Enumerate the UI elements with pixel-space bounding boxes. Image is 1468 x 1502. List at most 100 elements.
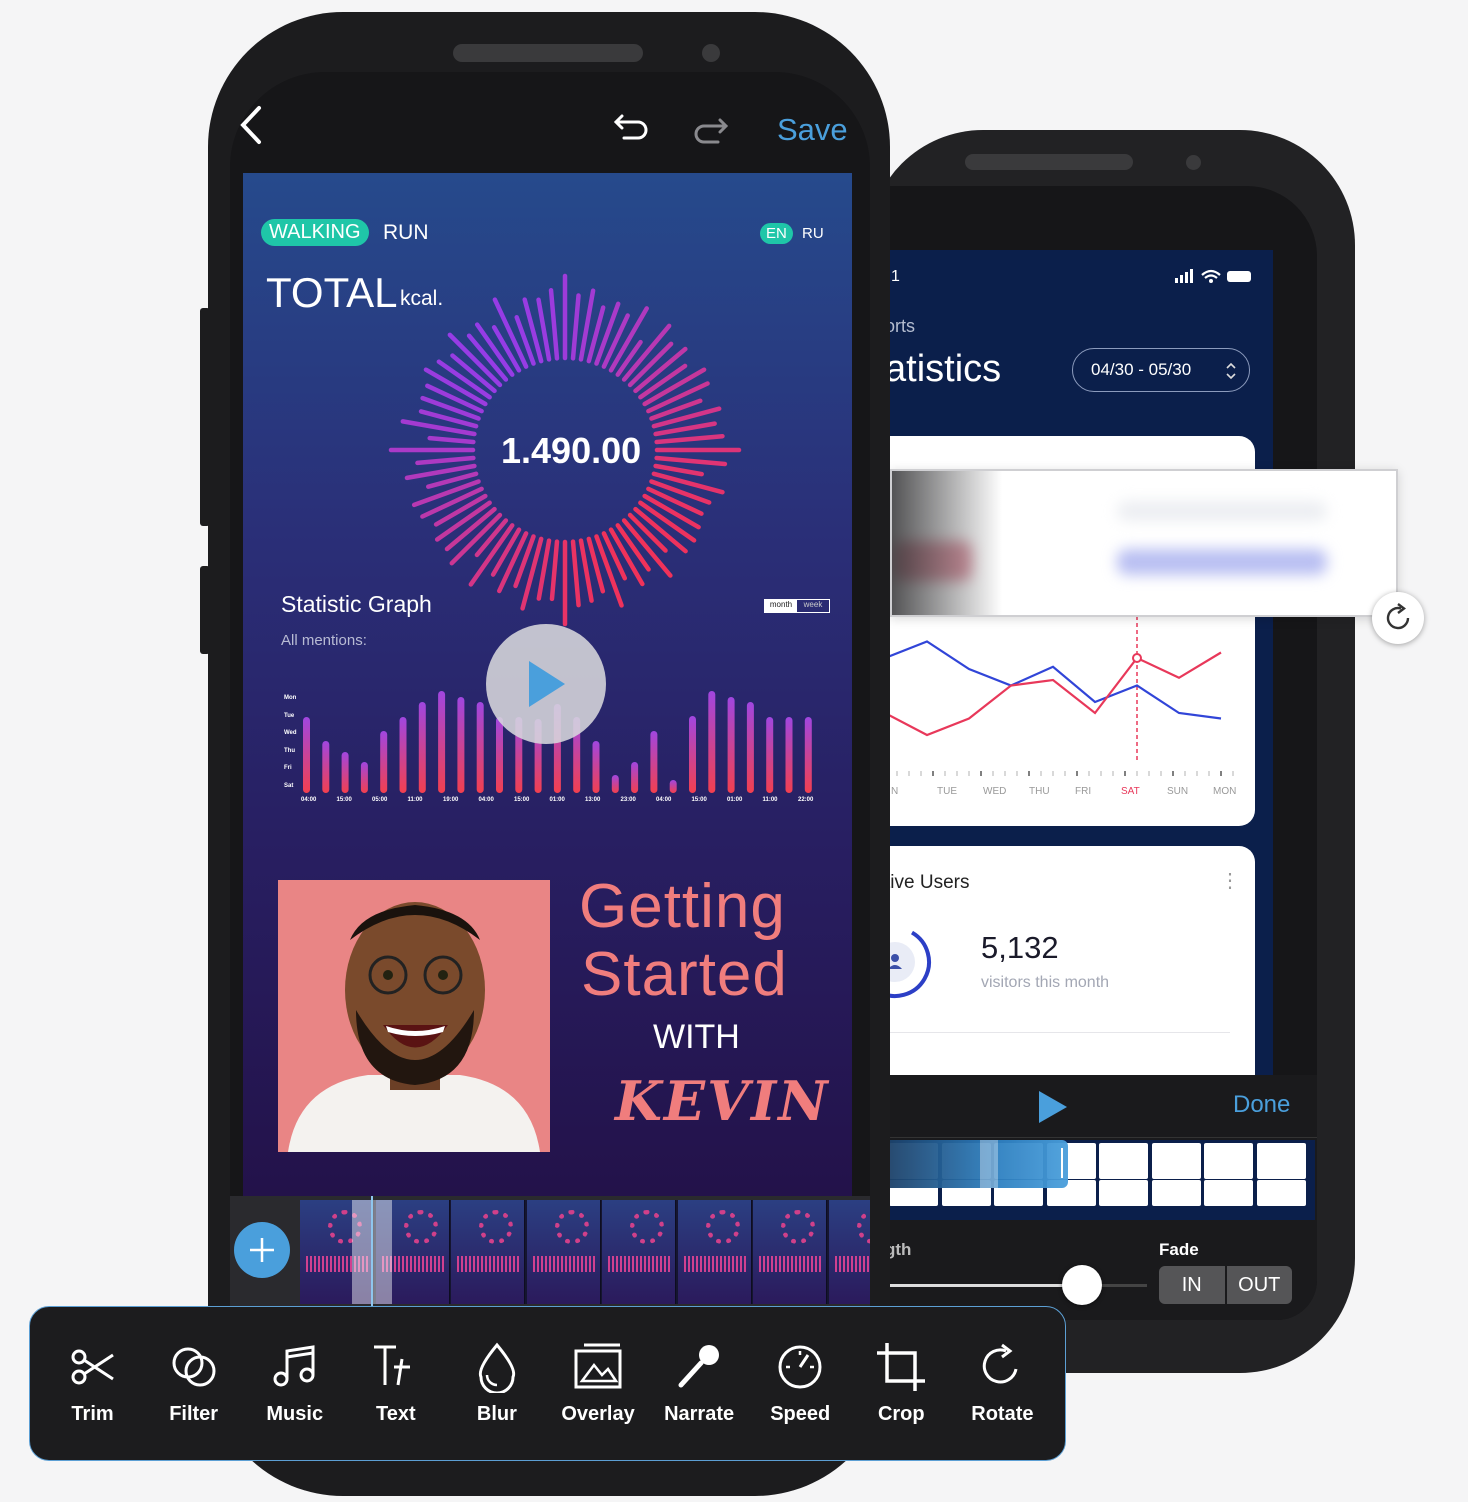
bar <box>746 702 754 793</box>
tool-label: Trim <box>71 1403 114 1425</box>
bar <box>669 780 677 793</box>
bar <box>631 762 639 793</box>
date-range-picker[interactable]: 04/30 - 05/30 <box>1072 348 1250 392</box>
tool-rotate[interactable]: Rotate <box>954 1341 1050 1426</box>
tool-filter[interactable]: Filter <box>146 1341 242 1426</box>
camera-dot <box>1186 155 1201 170</box>
tool-blur[interactable]: Blur <box>449 1341 545 1426</box>
done-button[interactable]: Done <box>1233 1091 1290 1119</box>
plus-icon <box>250 1238 274 1262</box>
tool-narrate[interactable]: Narrate <box>651 1341 747 1426</box>
fade-in-button[interactable]: IN <box>1159 1266 1225 1304</box>
x-tick-label: 22:00 <box>798 797 814 803</box>
timeline-frame <box>677 1200 752 1304</box>
tool-label: Overlay <box>561 1403 635 1425</box>
tool-music[interactable]: Music <box>247 1341 343 1426</box>
toggle-week: week <box>803 600 823 609</box>
burst-ray <box>570 293 581 361</box>
headline-getting: Getting <box>579 872 786 941</box>
tool-label: Speed <box>770 1403 831 1425</box>
x-tick-label: TUE <box>937 786 957 796</box>
undo-icon[interactable] <box>612 110 652 144</box>
toggle-month: month <box>765 600 797 612</box>
rotate-icon <box>1386 603 1410 630</box>
crop-icon <box>877 1343 926 1391</box>
x-tick-label: 15:00 <box>691 797 707 803</box>
filter-icon <box>172 1347 216 1387</box>
slider-knob[interactable] <box>1061 1265 1102 1305</box>
camera-dot <box>702 44 720 62</box>
bar <box>592 741 600 793</box>
playhead[interactable] <box>980 1140 998 1188</box>
x-tick-label: N <box>891 786 898 796</box>
speedometer-icon <box>778 1345 822 1389</box>
page-title: atistics <box>885 348 1002 390</box>
timeline-frame <box>526 1200 601 1304</box>
playhead[interactable] <box>371 1196 373 1306</box>
bar <box>804 717 812 793</box>
tool-overlay[interactable]: Overlay <box>550 1341 646 1426</box>
tool-crop[interactable]: Crop <box>853 1341 949 1426</box>
radial-burst-graphic <box>388 273 742 627</box>
bar <box>418 702 426 793</box>
active-users-card: tive Users ⋮ 5,132 visitors this month <box>885 846 1255 1106</box>
redo-icon[interactable] <box>690 114 730 148</box>
bar <box>689 716 696 793</box>
burst-ray <box>654 455 728 467</box>
statistics-app: 1 orts atistics 04/30 - 05/30 N TUE WED THU… <box>885 250 1273 1106</box>
rotate-handle[interactable] <box>1372 592 1424 644</box>
blurred-overlay-layer[interactable] <box>890 469 1398 617</box>
x-tick-label: 04:00 <box>301 797 317 803</box>
tool-trim[interactable]: Trim <box>45 1341 141 1426</box>
fade-label: Fade <box>1159 1240 1199 1259</box>
overlay-image-icon <box>574 1343 622 1389</box>
trim-handle[interactable] <box>1061 1148 1063 1178</box>
rotate-icon <box>983 1343 1018 1384</box>
video-preview[interactable]: WALKING RUN EN RU TOTAL kcal. 1.490.00 S… <box>243 173 852 1196</box>
burst-ray <box>548 288 560 361</box>
bar <box>650 731 658 793</box>
bar <box>457 697 465 793</box>
burst-ray <box>651 471 725 495</box>
tool-speed[interactable]: Speed <box>752 1341 848 1426</box>
bar <box>380 731 388 793</box>
bar <box>438 691 446 793</box>
headline-started: Started <box>581 940 788 1009</box>
bar <box>708 691 716 793</box>
burst-ray <box>615 339 643 377</box>
back-chevron-icon[interactable] <box>236 104 266 146</box>
tool-label: Narrate <box>664 1403 735 1425</box>
tool-label: Blur <box>476 1403 517 1425</box>
x-tick-label: 11:00 <box>762 797 778 803</box>
bar <box>476 702 484 793</box>
edit-toolbar: Trim Filter Music Text Blur Overlay Narrate Spe… <box>29 1306 1066 1461</box>
add-clip-button[interactable] <box>234 1222 290 1278</box>
play-icon[interactable] <box>1037 1089 1069 1125</box>
bar <box>727 697 735 793</box>
tool-text[interactable]: Text <box>348 1341 444 1426</box>
save-button[interactable]: Save <box>777 112 848 148</box>
play-button[interactable] <box>486 624 606 744</box>
month-week-toggle: month week <box>764 599 830 613</box>
selected-clip-range[interactable] <box>885 1140 1068 1188</box>
timeline-frame <box>1204 1180 1253 1206</box>
length-slider[interactable] <box>885 1265 1147 1305</box>
x-tick-label: 04:00 <box>478 797 494 803</box>
fade-out-button[interactable]: OUT <box>1226 1266 1292 1304</box>
timeline-frame <box>753 1200 827 1304</box>
kevin-photo <box>278 880 550 1152</box>
bar <box>496 717 503 793</box>
headline-with: WITH <box>653 1018 740 1056</box>
visitors-caption: visitors this month <box>981 974 1110 991</box>
timeline-frame <box>1099 1143 1148 1179</box>
text-icon <box>373 1345 410 1386</box>
fade-segmented-control: IN OUT <box>1159 1266 1292 1304</box>
burst-ray <box>427 435 476 445</box>
blur-drop-icon <box>478 1342 516 1393</box>
burst-ray <box>570 539 581 608</box>
speaker-notch <box>453 44 643 62</box>
more-menu-icon[interactable]: ⋮ <box>1220 868 1240 893</box>
x-tick-label: 04:00 <box>656 797 672 803</box>
x-tick-label: 13:00 <box>585 797 601 803</box>
play-icon <box>529 661 565 707</box>
